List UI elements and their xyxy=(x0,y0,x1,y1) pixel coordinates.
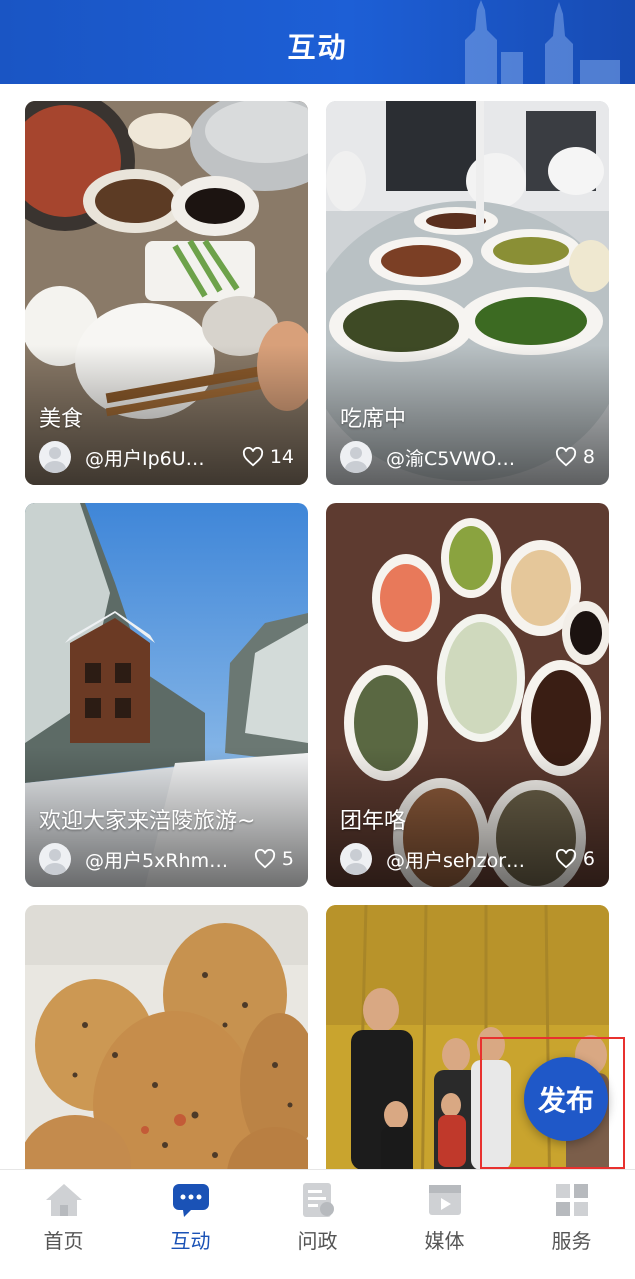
chat-icon xyxy=(172,1184,209,1217)
grid-icon xyxy=(555,1184,588,1216)
heart-icon xyxy=(242,447,263,467)
top-header: 互动 xyxy=(0,0,635,84)
post-card[interactable]: 欢迎大家来涪陵旅游~ @用户5xRhm… 5 xyxy=(25,503,308,887)
like-count: 6 xyxy=(582,848,595,870)
tab-label: 服务 xyxy=(551,1229,592,1253)
post-meta: @用户5xRhm… 5 xyxy=(39,843,294,875)
post-author[interactable]: @用户5xRhm… xyxy=(85,846,246,873)
tab-inquiry[interactable]: 问政 xyxy=(254,1170,381,1279)
like-button[interactable]: 6 xyxy=(555,848,595,870)
post-feed[interactable]: 美食 @用户Ip6U… 14 吃席中 @渝C5VWO… 8 欢迎大家来涪陵旅游~… xyxy=(0,84,635,1169)
post-card[interactable]: 美食 @用户Ip6U… 14 xyxy=(25,101,308,485)
publish-button[interactable]: 发布 xyxy=(524,1057,608,1141)
video-icon xyxy=(428,1185,461,1215)
tab-label: 媒体 xyxy=(424,1229,465,1253)
app-screen: 互动 美食 @用户Ip6U… 14 吃席中 @渝C5VWO… 8 欢迎大家来涪陵… xyxy=(0,0,635,1279)
like-count: 5 xyxy=(281,848,294,870)
tab-interact[interactable]: 互动 xyxy=(127,1170,254,1279)
avatar[interactable] xyxy=(340,843,372,875)
post-card[interactable]: 团年咯 @用户sehzor… 6 xyxy=(326,503,609,887)
heart-icon xyxy=(254,849,275,869)
tab-services[interactable]: 服务 xyxy=(508,1170,635,1279)
avatar[interactable] xyxy=(39,441,71,473)
post-caption: 吃席中 xyxy=(340,407,407,432)
like-count: 8 xyxy=(582,446,595,468)
post-caption: 团年咯 xyxy=(340,809,407,834)
tab-media[interactable]: 媒体 xyxy=(381,1170,508,1279)
like-button[interactable]: 8 xyxy=(555,446,595,468)
post-caption: 美食 xyxy=(39,407,84,432)
home-icon xyxy=(45,1184,82,1216)
avatar[interactable] xyxy=(340,441,372,473)
post-card[interactable]: 吃席中 @渝C5VWO… 8 xyxy=(326,101,609,485)
tab-label: 首页 xyxy=(43,1229,84,1253)
avatar[interactable] xyxy=(39,843,71,875)
like-button[interactable]: 5 xyxy=(254,848,294,870)
like-button[interactable]: 14 xyxy=(242,446,294,468)
bottom-tab-bar: 首页 互动 问政 媒体 服务 xyxy=(0,1169,635,1279)
post-meta: @用户Ip6U… 14 xyxy=(39,441,294,473)
heart-icon xyxy=(555,447,576,467)
post-photo xyxy=(25,905,308,1169)
post-author[interactable]: @用户Ip6U… xyxy=(85,444,234,471)
like-count: 14 xyxy=(269,446,294,468)
post-card[interactable] xyxy=(25,905,308,1169)
heart-icon xyxy=(555,849,576,869)
post-author[interactable]: @用户sehzor… xyxy=(386,846,547,873)
inquiry-icon xyxy=(302,1183,334,1217)
post-author[interactable]: @渝C5VWO… xyxy=(386,444,547,471)
tab-label: 互动 xyxy=(170,1229,211,1253)
tab-home[interactable]: 首页 xyxy=(0,1170,127,1279)
post-meta: @渝C5VWO… 8 xyxy=(340,441,595,473)
page-title: 互动 xyxy=(287,31,348,64)
post-caption: 欢迎大家来涪陵旅游~ xyxy=(39,809,256,834)
tab-label: 问政 xyxy=(297,1229,338,1253)
post-meta: @用户sehzor… 6 xyxy=(340,843,595,875)
